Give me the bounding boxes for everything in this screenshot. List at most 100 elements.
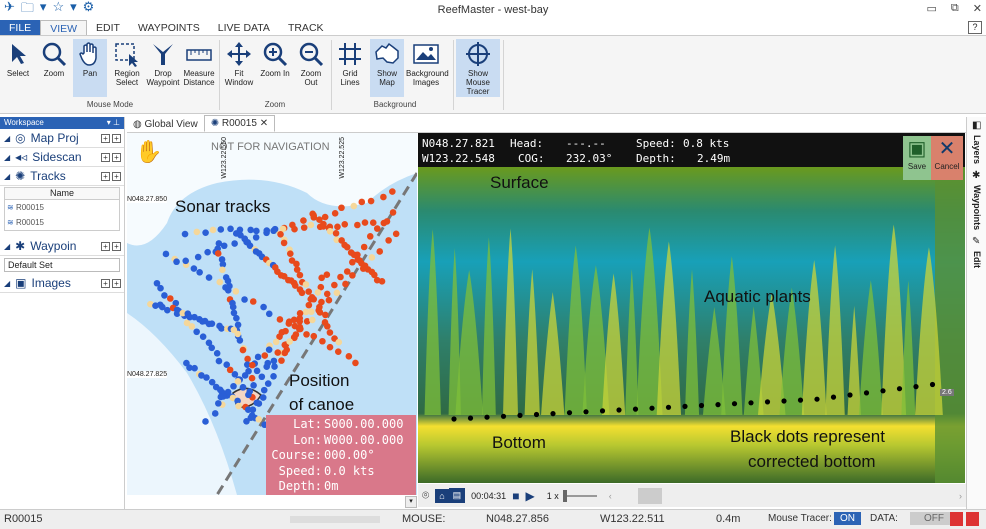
column-header-name[interactable]: Name	[5, 188, 119, 200]
add-icon[interactable]: +	[112, 152, 121, 162]
add-icon[interactable]: +	[101, 241, 110, 251]
track-dot	[244, 355, 251, 363]
track-dot	[318, 298, 325, 306]
track-row[interactable]: ≋ R00015	[5, 200, 119, 215]
horizontal-scrollbar-thumb[interactable]	[637, 487, 662, 504]
scroll-down-arrow-icon[interactable]: ▾	[405, 496, 417, 508]
edit-tab[interactable]: Edit	[972, 251, 982, 268]
layers-icon[interactable]: ◧	[972, 120, 986, 131]
menu-edit[interactable]: EDIT	[87, 20, 129, 35]
bottom-dot	[649, 405, 655, 411]
scroll-right-arrow-icon[interactable]: ›	[959, 491, 962, 501]
collapse-arrow-icon[interactable]: ◢	[4, 134, 10, 143]
slider-thumb[interactable]	[562, 489, 567, 502]
pin-icon[interactable]: ▾ ⊥	[107, 118, 120, 128]
collapse-arrow-icon[interactable]: ◢	[4, 172, 10, 181]
close-icon[interactable]: ✕	[973, 2, 982, 15]
pan-hand-icon[interactable]: ✋	[135, 139, 162, 165]
speed-value: 0.0 kts	[324, 463, 375, 478]
help-button[interactable]: ?	[968, 21, 982, 34]
alert-indicator-icon[interactable]	[966, 512, 979, 526]
add-icon[interactable]: +	[112, 171, 121, 181]
fit-window-button[interactable]: Fit Window	[222, 39, 256, 97]
add-icon[interactable]: +	[101, 278, 110, 288]
track-dot	[193, 228, 201, 236]
speed-slider[interactable]	[562, 489, 597, 502]
data-toggle[interactable]: OFF	[910, 512, 950, 525]
menu-live-data[interactable]: LIVE DATA	[209, 20, 279, 35]
canoe-view-icon[interactable]: ⌂	[435, 488, 449, 503]
menu-waypoints[interactable]: WAYPOINTS	[129, 20, 209, 35]
panel-waypoints[interactable]: ◢ ✱ Waypoin + +	[0, 237, 124, 256]
select-button[interactable]: Select	[3, 39, 33, 97]
settings-gear-icon[interactable]: ⚙	[83, 0, 95, 21]
restore-icon[interactable]: ⧉	[951, 2, 959, 15]
add-icon[interactable]: +	[112, 278, 121, 288]
stop-icon[interactable]: ■	[512, 489, 519, 503]
annotation-position: Position	[289, 371, 350, 390]
sonar-view[interactable]: N048.27.821 W123.22.548 Head: ---.-- COG…	[418, 133, 965, 483]
panel-sidescan[interactable]: ◢ ◂◃ Sidescan + +	[0, 148, 124, 167]
layers-tab[interactable]: Layers	[972, 135, 982, 164]
panel-images[interactable]: ◢ ▣ Images + +	[0, 274, 124, 293]
bottom-dot	[764, 399, 771, 405]
zoom-out-button[interactable]: Zoom Out	[294, 39, 328, 97]
cancel-button[interactable]: ✕ Cancel	[931, 136, 963, 180]
play-icon[interactable]: ▶	[525, 489, 534, 503]
add-icon[interactable]: +	[112, 133, 121, 143]
region-select-button[interactable]: Region Select	[110, 39, 144, 97]
track-icon: ≋	[7, 218, 14, 227]
waypoint-set-select[interactable]: Default Set	[4, 258, 120, 272]
panel-tracks[interactable]: ◢ ✺ Tracks + +	[0, 167, 124, 186]
track-dot	[338, 204, 345, 212]
pan-button[interactable]: Pan	[73, 39, 107, 97]
track-dot	[302, 308, 310, 316]
add-icon[interactable]: +	[101, 133, 110, 143]
panel-map-proj[interactable]: ◢ ◎ Map Proj + +	[0, 129, 124, 148]
save-button[interactable]: ▣ Save	[903, 136, 931, 180]
collapse-arrow-icon[interactable]: ◢	[4, 279, 10, 288]
menu-view[interactable]: VIEW	[40, 20, 88, 35]
sonar-view-icon[interactable]: ▤	[448, 488, 466, 503]
collapse-arrow-icon[interactable]: ◢	[4, 242, 10, 251]
close-tab-icon[interactable]: ✕	[260, 118, 268, 129]
track-dot	[190, 265, 198, 272]
track-dot	[217, 226, 225, 233]
waypoint-pin-icon[interactable]: ✱	[972, 170, 986, 181]
minimize-icon[interactable]: ▭	[927, 2, 937, 15]
zoom-button[interactable]: Zoom	[37, 39, 71, 97]
grid-icon	[336, 39, 364, 69]
dropdown-arrow-icon[interactable]: ▾	[70, 0, 77, 21]
collapse-arrow-icon[interactable]: ◢	[4, 153, 10, 162]
tab-r00015[interactable]: ✺ R00015 ✕	[203, 115, 276, 132]
mouse-lat: N048.27.856	[486, 513, 549, 525]
grid-lines-button[interactable]: Grid Lines	[334, 39, 366, 97]
add-icon[interactable]: +	[101, 171, 110, 181]
open-folder-icon[interactable]: 🗀	[21, 0, 34, 21]
track-row[interactable]: ≋ R00015	[5, 215, 119, 230]
favorite-star-icon[interactable]: ☆	[52, 0, 64, 21]
tracks-table: Name ≋ R00015 ≋ R00015	[4, 187, 120, 231]
show-mouse-tracer-button[interactable]: Show Mouse Tracer	[456, 39, 500, 97]
add-icon[interactable]: +	[112, 241, 121, 251]
record-indicator-icon[interactable]	[950, 512, 963, 526]
track-dot	[335, 338, 343, 346]
add-icon[interactable]: +	[101, 152, 110, 162]
menu-track[interactable]: TRACK	[279, 20, 333, 35]
menu-file[interactable]: FILE	[0, 20, 41, 35]
camera-icon[interactable]: ⌾	[422, 488, 429, 503]
tab-global-view[interactable]: ◍ Global View	[127, 117, 204, 132]
dropdown-arrow-icon[interactable]: ▾	[40, 0, 47, 21]
show-map-button[interactable]: Show Map	[370, 39, 404, 97]
zoom-out-icon	[297, 39, 325, 69]
zoom-in-button[interactable]: Zoom In	[258, 39, 292, 97]
drop-waypoint-button[interactable]: Drop Waypoint	[146, 39, 180, 97]
pencil-icon[interactable]: ✎	[972, 236, 986, 247]
track-dot	[245, 391, 252, 399]
waypoints-tab[interactable]: Waypoints	[972, 185, 982, 230]
background-images-button[interactable]: Background Images	[406, 39, 449, 97]
mouse-tracer-toggle[interactable]: ON	[834, 512, 861, 525]
scroll-left-arrow-icon[interactable]: ‹	[609, 491, 612, 501]
title-bar: ✈ 🗀 ▾ ☆ ▾ ⚙ ReefMaster - west-bay ▭ ⧉ ✕	[0, 0, 986, 20]
measure-distance-button[interactable]: Measure Distance	[182, 39, 216, 97]
